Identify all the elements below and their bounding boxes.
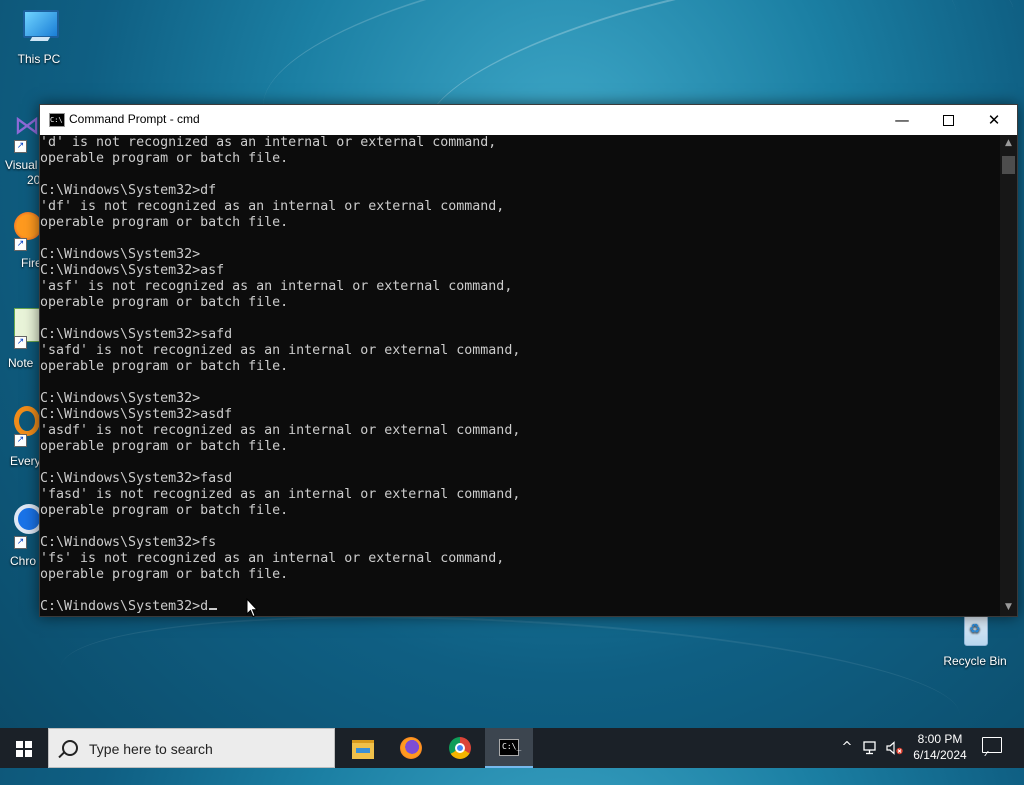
desktop-icon-notepad[interactable]: ↗ Note	[8, 308, 42, 370]
console-line: operable program or batch file.	[40, 151, 289, 166]
everything-icon	[14, 406, 40, 436]
desktop-icon-label: Recycle Bin	[943, 654, 1007, 668]
visual-studio-icon: ⋈	[14, 111, 40, 141]
desktop-icon-label: Every	[10, 454, 41, 468]
taskbar-search-box[interactable]: Type here to search	[48, 728, 335, 768]
shortcut-arrow-icon: ↗	[14, 238, 27, 251]
console-line: C:\Windows\System32>asf	[40, 263, 225, 278]
maximize-icon	[942, 115, 954, 126]
search-placeholder: Type here to search	[89, 741, 213, 757]
network-icon[interactable]	[860, 728, 882, 768]
desktop-icon-this-pc[interactable]: This PC	[2, 8, 76, 66]
window-title: Command Prompt - cmd	[69, 112, 200, 126]
taskbar-app-file-explorer[interactable]	[339, 728, 387, 768]
start-button[interactable]	[0, 728, 48, 768]
cmd-icon: C:\	[49, 113, 65, 127]
desktop-icon-label: This PC	[17, 52, 61, 66]
console-line: 'd' is not recognized as an internal or …	[40, 135, 497, 150]
console-line: operable program or batch file.	[40, 359, 289, 374]
taskbar-app-firefox[interactable]	[387, 728, 435, 768]
desktop-icon-label: Note	[8, 356, 34, 370]
console-line: 'fasd' is not recognized as an internal …	[40, 487, 521, 502]
shortcut-arrow-icon: ↗	[14, 140, 27, 153]
close-button[interactable]: ✕	[971, 105, 1017, 135]
console-line: C:\Windows\System32>	[40, 247, 201, 262]
computer-icon	[17, 8, 61, 48]
console-line: operable program or batch file.	[40, 215, 289, 230]
console-line: 'safd' is not recognized as an internal …	[40, 343, 521, 358]
console-line: C:\Windows\System32>	[40, 391, 201, 406]
taskbar-clock[interactable]: 8:00 PM 6/14/2024	[898, 731, 982, 763]
console-line: operable program or batch file.	[40, 567, 289, 582]
taskbar-app-chrome[interactable]	[436, 728, 484, 768]
shortcut-arrow-icon: ↗	[14, 434, 27, 447]
scrollbar-thumb[interactable]	[1002, 156, 1015, 174]
windows-logo-icon	[16, 741, 32, 757]
window-titlebar[interactable]: C:\ Command Prompt - cmd — ✕	[40, 105, 1017, 135]
console-line: C:\Windows\System32>df	[40, 183, 217, 198]
desktop-icon-label: Visual	[5, 158, 38, 172]
console-line: C:\Windows\System32>safd	[40, 327, 233, 342]
folder-icon	[352, 740, 374, 759]
desktop-icon-visual-studio[interactable]: ⋈ ↗ Visual 20	[5, 111, 40, 187]
shortcut-arrow-icon: ↗	[14, 536, 27, 549]
console-line: C:\Windows\System32>fasd	[40, 471, 233, 486]
console-line: 'df' is not recognized as an internal or…	[40, 199, 505, 214]
network-glyph	[863, 740, 876, 754]
firefox-icon	[400, 737, 422, 759]
minimize-icon: —	[894, 111, 910, 129]
console-prompt-line[interactable]: C:\Windows\System32>d	[40, 599, 1000, 615]
show-hidden-icons-chevron-icon[interactable]: ^	[838, 728, 856, 768]
desktop-icon-recycle-bin[interactable]: ♻ Recycle Bin	[938, 610, 1012, 668]
text-cursor	[209, 608, 218, 610]
console-line: 'asdf' is not recognized as an internal …	[40, 423, 521, 438]
clock-time: 8:00 PM	[917, 732, 963, 746]
desktop-icon-everything[interactable]: ↗ Every	[10, 406, 41, 468]
console-line: 'asf' is not recognized as an internal o…	[40, 279, 513, 294]
console-line: operable program or batch file.	[40, 439, 289, 454]
desktop-icon-firefox[interactable]: ↗ Fire	[14, 212, 42, 270]
taskbar-app-command-prompt[interactable]: C:\_	[485, 728, 533, 768]
console-line: C:\Windows\System32>fs	[40, 535, 217, 550]
scroll-up-arrow-icon[interactable]: ▲	[1000, 135, 1017, 152]
desktop-icon-label: Chro	[10, 554, 37, 568]
console-line: operable program or batch file.	[40, 295, 289, 310]
shortcut-arrow-icon: ↗	[14, 336, 27, 349]
action-center-notification-icon[interactable]	[982, 737, 1002, 753]
cmd-icon: C:\_	[499, 739, 521, 756]
firefox-icon	[14, 212, 42, 240]
console-output[interactable]: 'd' is not recognized as an internal or …	[40, 135, 1000, 616]
minimize-button[interactable]: —	[879, 105, 925, 135]
close-icon: ✕	[987, 111, 1001, 129]
console-line: 'fs' is not recognized as an internal or…	[40, 551, 505, 566]
clock-date: 6/14/2024	[913, 748, 967, 762]
search-icon	[62, 740, 78, 756]
mouse-pointer-icon	[246, 598, 258, 618]
vertical-scrollbar[interactable]: ▲ ▼	[1000, 135, 1017, 616]
maximize-button[interactable]	[925, 105, 971, 135]
console-line: operable program or batch file.	[40, 503, 289, 518]
taskbar: Type here to search C:\_ ^ 8:00 PM 6/14/…	[0, 728, 1024, 768]
chrome-icon	[449, 737, 471, 759]
console-line: C:\Windows\System32>asdf	[40, 407, 233, 422]
command-prompt-window[interactable]: C:\ Command Prompt - cmd — ✕ 'd' is not …	[39, 104, 1018, 617]
console-text: 'd' is not recognized as an internal or …	[40, 135, 1000, 599]
prompt-text: C:\Windows\System32>d	[40, 599, 209, 614]
scroll-down-arrow-icon[interactable]: ▼	[1000, 599, 1017, 616]
